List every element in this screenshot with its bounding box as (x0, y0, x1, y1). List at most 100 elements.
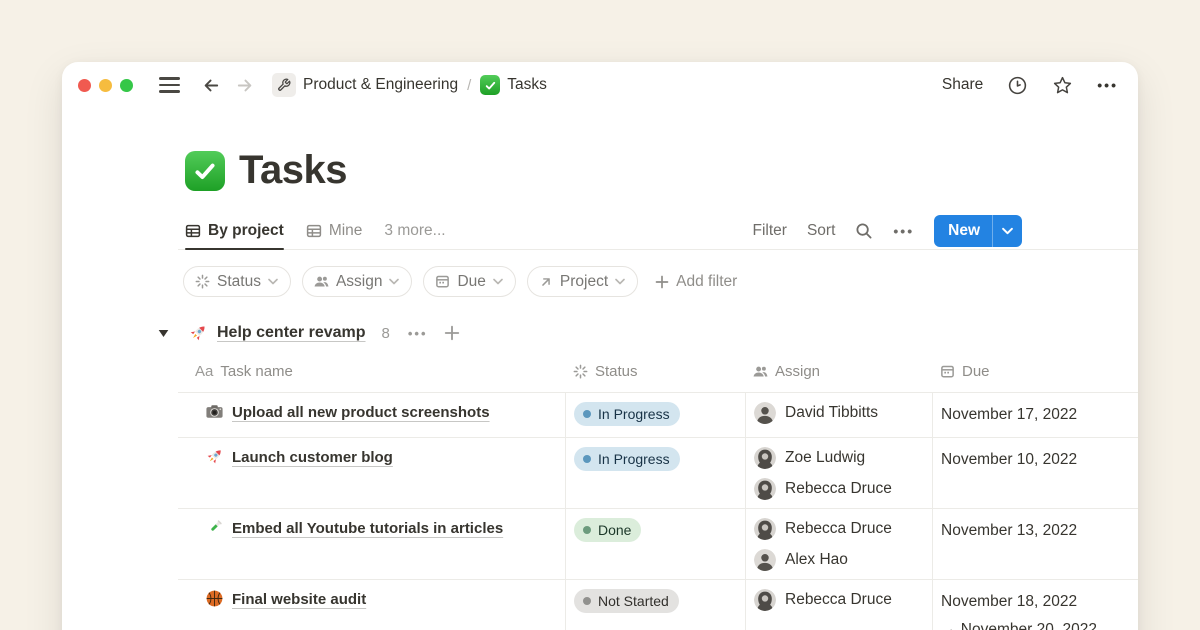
status-pill[interactable]: Done (574, 518, 641, 542)
chevron-down-icon[interactable] (993, 215, 1022, 247)
rocket-emoji (205, 447, 224, 474)
tab-mine[interactable]: Mine (306, 213, 363, 249)
check-mark-badge-icon (480, 75, 500, 95)
assignee[interactable]: David Tibbitts (754, 402, 924, 424)
view-options-icon[interactable]: ••• (893, 223, 914, 239)
rocket-emoji (188, 323, 208, 343)
status-cell: Not Started (565, 580, 745, 630)
task-title-link[interactable]: Launch customer blog (232, 449, 393, 466)
avatar (754, 402, 776, 424)
view-toolbar: By project Mine 3 more... Filter Sort ••… (178, 213, 1138, 250)
table-view-icon (306, 223, 322, 239)
filter-button[interactable]: Filter (753, 222, 787, 240)
clock-icon[interactable] (1007, 75, 1028, 96)
due-cell[interactable]: November 10, 2022 (932, 438, 1138, 508)
breadcrumb-workspace-label: Product & Engineering (303, 76, 458, 94)
window-titlebar: Product & Engineering / Tasks Share ••• (62, 62, 1138, 108)
due-cell[interactable]: November 13, 2022 (932, 509, 1138, 579)
check-mark-badge-icon[interactable] (185, 151, 225, 191)
task-title-link[interactable]: Embed all Youtube tutorials in articles (232, 520, 503, 537)
new-button[interactable]: New (934, 215, 1022, 247)
due-date: November 17, 2022 (941, 406, 1077, 423)
breadcrumb-page[interactable]: Tasks (480, 75, 547, 95)
assign-cell: David Tibbitts (745, 393, 932, 437)
zoom-window-button[interactable] (120, 79, 133, 92)
due-cell[interactable]: November 18, 2022 → November 20, 2022 (932, 580, 1138, 630)
breadcrumb-workspace[interactable]: Product & Engineering (272, 73, 458, 97)
share-button[interactable]: Share (942, 76, 983, 94)
column-header-task-name[interactable]: Aa Task name (178, 351, 565, 392)
avatar (754, 518, 776, 540)
tasks-table: Aa Task name Status Assign Due Upload al… (178, 351, 1138, 630)
page-header: Tasks (62, 148, 1138, 193)
status-dot (583, 526, 591, 534)
status-label: In Progress (598, 406, 670, 422)
new-button-label[interactable]: New (934, 215, 992, 247)
task-title-link[interactable]: Final website audit (232, 591, 366, 608)
breadcrumb-separator: / (467, 77, 471, 94)
due-cell[interactable]: November 17, 2022 (932, 393, 1138, 437)
table-header-row: Aa Task name Status Assign Due (178, 351, 1138, 393)
task-title-cell[interactable]: Final website audit (178, 580, 565, 630)
assignee[interactable]: Rebecca Druce (754, 478, 924, 500)
status-pill[interactable]: In Progress (574, 402, 680, 426)
assignee-name: Rebecca Druce (785, 520, 892, 538)
calendar-icon (940, 364, 955, 379)
group-add-icon[interactable] (444, 325, 460, 341)
more-views-button[interactable]: 3 more... (384, 213, 445, 249)
group-title-link[interactable]: Help center revamp (217, 324, 366, 342)
due-date-range-end: → November 20, 2022 (941, 618, 1130, 630)
sort-button[interactable]: Sort (807, 222, 835, 240)
people-icon (314, 274, 329, 289)
basketball-emoji (205, 589, 224, 616)
assignee-name: Rebecca Druce (785, 591, 892, 609)
page-title: Tasks (239, 148, 347, 193)
assignee[interactable]: Rebecca Druce (754, 518, 924, 540)
filter-chip-project[interactable]: Project (527, 266, 638, 297)
filter-chip-due[interactable]: Due (423, 266, 515, 297)
chevron-down-icon (268, 278, 278, 285)
minimize-window-button[interactable] (99, 79, 112, 92)
chip-label: Assign (336, 273, 383, 291)
task-title-cell[interactable]: Embed all Youtube tutorials in articles (178, 509, 565, 579)
plus-icon (655, 275, 669, 289)
group-header: Help center revamp 8 ••• (158, 323, 1138, 343)
task-title-cell[interactable]: Launch customer blog (178, 438, 565, 508)
column-label: Status (595, 363, 638, 380)
table-row: Launch customer blog In Progress Zoe Lud… (178, 438, 1138, 509)
sidebar-menu-icon[interactable] (159, 77, 180, 92)
table-row: Upload all new product screenshots In Pr… (178, 393, 1138, 438)
calendar-icon (435, 274, 450, 289)
status-spinner-icon (195, 274, 210, 289)
collapse-triangle-icon[interactable] (158, 329, 169, 338)
tab-by-project[interactable]: By project (185, 213, 284, 249)
task-title-cell[interactable]: Upload all new product screenshots (178, 393, 565, 437)
arrow-up-right-icon (539, 275, 553, 289)
column-header-status[interactable]: Status (565, 351, 745, 392)
star-icon[interactable] (1052, 75, 1073, 96)
assignee[interactable]: Alex Hao (754, 549, 924, 571)
search-icon[interactable] (855, 222, 873, 240)
status-dot (583, 455, 591, 463)
assignee[interactable]: Rebecca Druce (754, 589, 924, 611)
column-header-assign[interactable]: Assign (745, 351, 932, 392)
group-more-icon[interactable]: ••• (408, 326, 428, 341)
filter-chip-status[interactable]: Status (183, 266, 291, 297)
filter-chip-assign[interactable]: Assign (302, 266, 413, 297)
column-header-due[interactable]: Due (932, 351, 1138, 392)
close-window-button[interactable] (78, 79, 91, 92)
status-label: Done (598, 522, 631, 538)
status-pill[interactable]: Not Started (574, 589, 679, 613)
more-options-icon[interactable]: ••• (1097, 77, 1118, 93)
breadcrumb-page-label: Tasks (507, 76, 547, 94)
column-label: Due (962, 363, 990, 380)
people-icon (753, 364, 768, 379)
tab-label: By project (208, 222, 284, 240)
task-title-link[interactable]: Upload all new product screenshots (232, 404, 490, 421)
assignee-name: Rebecca Druce (785, 480, 892, 498)
assignee[interactable]: Zoe Ludwig (754, 447, 924, 469)
forward-arrow-icon[interactable] (235, 76, 254, 95)
add-filter-button[interactable]: Add filter (655, 273, 737, 291)
status-pill[interactable]: In Progress (574, 447, 680, 471)
back-arrow-icon[interactable] (202, 76, 221, 95)
